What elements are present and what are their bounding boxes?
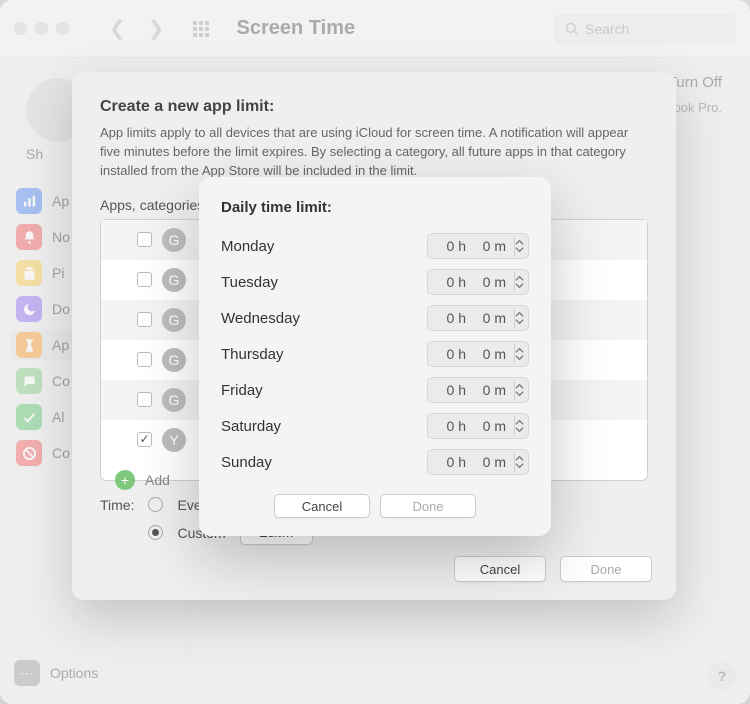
day-name: Wednesday: [221, 310, 300, 327]
day-name: Tuesday: [221, 274, 278, 291]
day-name: Thursday: [221, 346, 284, 363]
row-checkbox[interactable]: [137, 352, 152, 367]
hours-value: 0 h: [434, 454, 466, 470]
chevron-up-icon: [515, 311, 524, 318]
chevron-down-icon: [515, 282, 524, 289]
row-checkbox[interactable]: [137, 312, 152, 327]
sheet1-done-button[interactable]: Done: [560, 556, 652, 582]
minutes-value: 0 m: [474, 346, 506, 362]
stepper[interactable]: [514, 272, 524, 292]
hours-value: 0 h: [434, 274, 466, 290]
day-row-saturday: Saturday 0 h 0 m: [221, 408, 529, 444]
category-icon: G: [162, 308, 186, 332]
chevron-up-icon: [515, 275, 524, 282]
day-name: Friday: [221, 382, 263, 399]
day-row-thursday: Thursday 0 h 0 m: [221, 336, 529, 372]
time-limit-field[interactable]: 0 h 0 m: [427, 269, 529, 295]
hours-value: 0 h: [434, 238, 466, 254]
row-checkbox[interactable]: [137, 272, 152, 287]
day-row-wednesday: Wednesday 0 h 0 m: [221, 300, 529, 336]
sheet2-cancel-button[interactable]: Cancel: [274, 494, 370, 518]
chevron-up-icon: [515, 239, 524, 246]
plus-icon: +: [115, 470, 135, 490]
hours-value: 0 h: [434, 418, 466, 434]
chevron-down-icon: [515, 246, 524, 253]
chevron-up-icon: [515, 419, 524, 426]
chevron-down-icon: [515, 390, 524, 397]
chevron-down-icon: [515, 318, 524, 325]
time-every-radio[interactable]: [148, 497, 163, 512]
day-name: Sunday: [221, 454, 272, 471]
day-row-tuesday: Tuesday 0 h 0 m: [221, 264, 529, 300]
stepper[interactable]: [514, 308, 524, 328]
category-icon: Y: [162, 428, 186, 452]
daily-time-limit-sheet: Daily time limit: Monday 0 h 0 m Tuesday 0 h…: [199, 177, 551, 536]
day-name: Saturday: [221, 418, 281, 435]
chevron-up-icon: [515, 347, 524, 354]
day-name: Monday: [221, 238, 274, 255]
sheet1-cancel-button[interactable]: Cancel: [454, 556, 546, 582]
hours-value: 0 h: [434, 346, 466, 362]
minutes-value: 0 m: [474, 274, 506, 290]
chevron-down-icon: [515, 462, 524, 469]
sheet-description: App limits apply to all devices that are…: [100, 124, 648, 181]
minutes-value: 0 m: [474, 310, 506, 326]
row-checkbox[interactable]: [137, 432, 152, 447]
sheet2-footer: Cancel Done: [221, 494, 529, 518]
sheet2-done-button[interactable]: Done: [380, 494, 476, 518]
add-label: Add: [145, 472, 170, 488]
time-limit-field[interactable]: 0 h 0 m: [427, 233, 529, 259]
category-icon: G: [162, 268, 186, 292]
row-checkbox[interactable]: [137, 392, 152, 407]
minutes-value: 0 m: [474, 418, 506, 434]
time-label: Time:: [100, 497, 134, 513]
hours-value: 0 h: [434, 382, 466, 398]
day-row-monday: Monday 0 h 0 m: [221, 228, 529, 264]
chevron-up-icon: [515, 455, 524, 462]
time-limit-field[interactable]: 0 h 0 m: [427, 341, 529, 367]
sheet-heading: Create a new app limit:: [100, 98, 648, 116]
stepper[interactable]: [514, 380, 524, 400]
chevron-down-icon: [515, 426, 524, 433]
stepper[interactable]: [514, 416, 524, 436]
time-limit-field[interactable]: 0 h 0 m: [427, 305, 529, 331]
stepper[interactable]: [514, 344, 524, 364]
minutes-value: 0 m: [474, 454, 506, 470]
daily-heading: Daily time limit:: [221, 199, 529, 216]
row-checkbox[interactable]: [137, 232, 152, 247]
category-icon: G: [162, 348, 186, 372]
minutes-value: 0 m: [474, 238, 506, 254]
time-limit-field[interactable]: 0 h 0 m: [427, 377, 529, 403]
days-list: Monday 0 h 0 m Tuesday 0 h 0 m Wednesday 0 h 0 m…: [221, 228, 529, 480]
stepper[interactable]: [514, 236, 524, 256]
stepper[interactable]: [514, 452, 524, 472]
day-row-friday: Friday 0 h 0 m: [221, 372, 529, 408]
time-limit-field[interactable]: 0 h 0 m: [427, 449, 529, 475]
time-custom-radio[interactable]: [148, 525, 163, 540]
chevron-up-icon: [515, 383, 524, 390]
hours-value: 0 h: [434, 310, 466, 326]
time-limit-field[interactable]: 0 h 0 m: [427, 413, 529, 439]
category-icon: G: [162, 228, 186, 252]
category-icon: G: [162, 388, 186, 412]
sheet1-footer: Cancel Done: [454, 556, 652, 582]
minutes-value: 0 m: [474, 382, 506, 398]
preferences-window: ❮ ❯ Screen Time Search Sh ApNoPiDoApCoAl…: [0, 0, 750, 704]
chevron-down-icon: [515, 354, 524, 361]
day-row-sunday: Sunday 0 h 0 m: [221, 444, 529, 480]
